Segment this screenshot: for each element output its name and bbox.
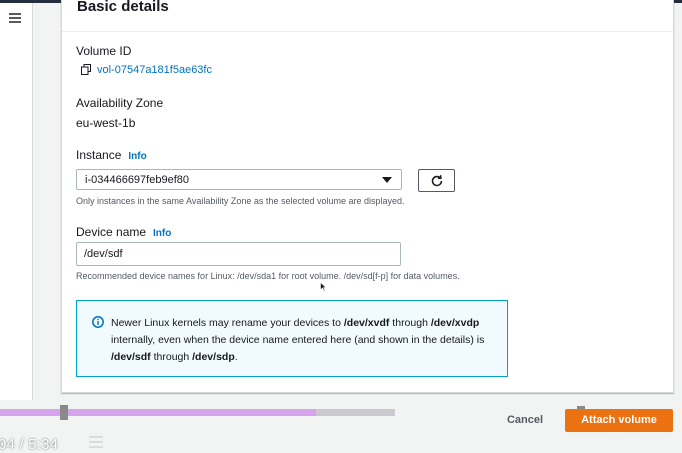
device-name-hint: Recommended device names for Linux: /dev… [76, 271, 460, 281]
instance-hint: Only instances in the same Availability … [76, 196, 405, 206]
device-name-input[interactable] [76, 242, 401, 266]
volume-id-link[interactable]: vol-07547a181f5ae63fc [97, 64, 212, 76]
caret-down-icon [382, 177, 392, 183]
device-info-link[interactable]: Info [153, 228, 171, 239]
video-progress-handle[interactable] [60, 405, 68, 420]
sd-range-end: /dev/sdp [192, 351, 235, 363]
device-range-end: /dev/xvdp [430, 317, 480, 329]
cancel-button[interactable]: Cancel [496, 410, 554, 431]
hamburger-icon[interactable] [9, 13, 21, 23]
device-name-label-text: Device name [76, 225, 147, 239]
instance-label-text: Instance [76, 148, 122, 162]
sd-range-start: /dev/sdf [111, 351, 151, 363]
panel-title: Basic details [77, 0, 169, 15]
panel-header: Basic details [62, 0, 673, 32]
video-progress-fill [0, 409, 316, 416]
info-circle-icon [92, 316, 104, 328]
refresh-icon [431, 175, 443, 187]
instance-info-link[interactable]: Info [128, 151, 146, 162]
instance-label: Instance Info [76, 148, 147, 162]
side-navigation-rail [0, 3, 33, 450]
instance-select[interactable]: i-034466697feb9ef80 [76, 169, 402, 190]
chapters-menu-icon[interactable] [89, 436, 103, 448]
video-timecode: 04 / 5:34 [0, 436, 59, 453]
availability-zone-value: eu-west-1b [76, 116, 136, 130]
device-range-start: /dev/xvdf [343, 317, 390, 329]
attach-volume-button[interactable]: Attach volume [565, 409, 673, 432]
volume-id-label: Volume ID [76, 44, 132, 58]
refresh-button[interactable] [418, 169, 455, 192]
availability-zone-label: Availability Zone [76, 96, 164, 110]
instance-select-value: i-034466697feb9ef80 [85, 174, 189, 186]
copy-icon[interactable] [81, 64, 91, 75]
mouse-cursor-icon [320, 282, 327, 292]
device-name-label: Device name Info [76, 225, 171, 239]
alert-message: Newer Linux kernels may rename your devi… [111, 317, 485, 363]
info-alert: Newer Linux kernels may rename your devi… [76, 300, 508, 377]
